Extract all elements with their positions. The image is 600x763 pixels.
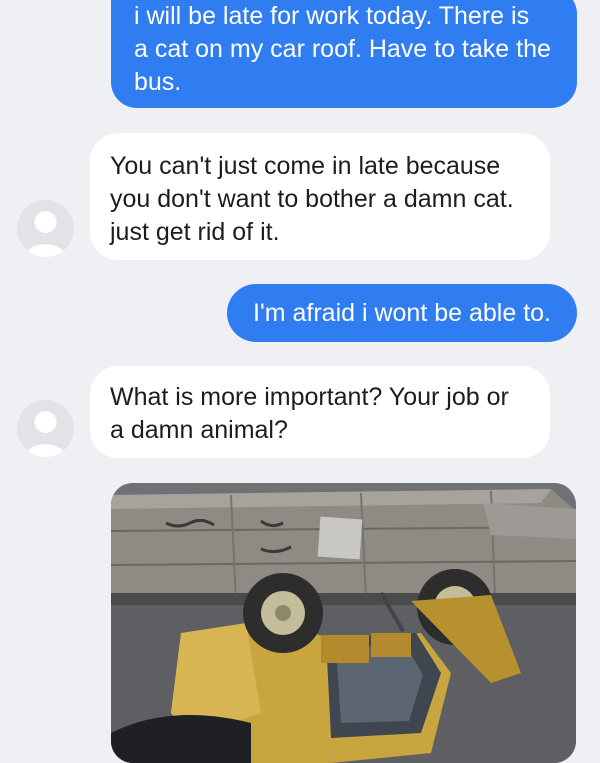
incoming-message[interactable]: You can't just come in late because you … [90,133,550,260]
user-avatar-icon[interactable] [17,200,74,257]
outgoing-message[interactable]: I'm afraid i wont be able to. [227,284,577,342]
overturned-loader-photo [111,483,576,763]
outgoing-message[interactable]: i will be late for work today. There is … [111,0,577,108]
user-avatar-icon[interactable] [17,400,74,457]
photo-attachment[interactable] [111,483,576,763]
incoming-message[interactable]: What is more important? Your job or a da… [90,366,550,458]
message-thread: i will be late for work today. There is … [0,0,600,763]
